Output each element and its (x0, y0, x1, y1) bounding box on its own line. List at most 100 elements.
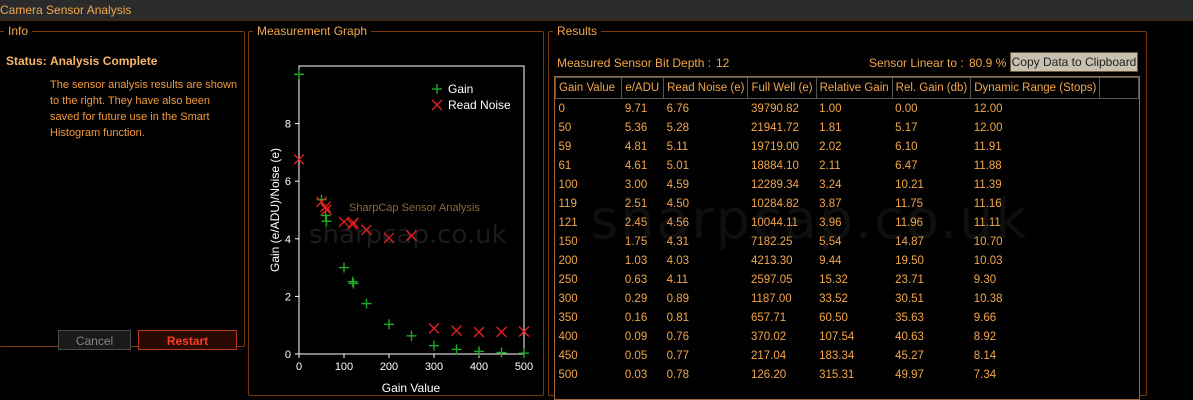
table-cell: 14.87 (895, 235, 924, 248)
table-cell: 4.61 (624, 159, 648, 172)
table-cell: 60.50 (819, 311, 848, 324)
table-row[interactable]: 61 4.61 5.01 18884.10 2.11 6.47 11.88 (556, 156, 1139, 175)
x-tick-label: 400 (470, 361, 488, 373)
table-row[interactable]: 0 9.71 6.76 39790.82 1.00 0.00 12.00 (556, 99, 1139, 119)
table-row[interactable]: 500 0.03 0.78 126.20 315.31 49.97 7.34 (556, 365, 1139, 384)
column-header[interactable]: Dynamic Range (Stops) (970, 77, 1101, 99)
x-axis-label: Gain Value (382, 381, 441, 395)
table-cell: 2597.05 (750, 273, 793, 286)
table-cell: 23.71 (895, 273, 924, 286)
column-header[interactable]: Relative Gain (815, 77, 893, 99)
table-cell: 21941.72 (750, 121, 799, 134)
graph-watermark-title: SharpCap Sensor Analysis (349, 202, 480, 214)
table-row[interactable]: 150 1.75 4.31 7182.25 5.54 14.87 10.70 (556, 232, 1139, 251)
table-cell: 7.34 (973, 368, 997, 381)
table-cell: 10.38 (973, 292, 1003, 305)
sensor-linear-label: Sensor Linear to : (869, 56, 964, 70)
table-row[interactable]: 119 2.51 4.50 10284.82 3.87 11.75 11.16 (556, 194, 1139, 213)
table-cell: 59 (558, 140, 572, 153)
table-row[interactable]: 250 0.63 4.11 2597.05 15.32 23.71 9.30 (556, 270, 1139, 289)
table-cell: 100 (558, 178, 578, 191)
restart-button[interactable]: Restart (138, 330, 237, 350)
table-row[interactable]: 50 5.36 5.28 21941.72 1.81 5.17 12.00 (556, 118, 1139, 137)
table-cell: 12289.34 (750, 178, 799, 191)
table-cell: 5.01 (666, 159, 690, 172)
table-cell: 0.00 (895, 102, 918, 115)
column-header[interactable]: e/ADU (621, 77, 665, 99)
results-table: Gain Value e/ADU Read Noise (e) Full Well (… (555, 77, 1139, 384)
table-cell: 6.47 (895, 159, 918, 172)
measurement-chart: SharpCap Sensor Analysis sharpcap.co.uk … (268, 65, 533, 395)
table-cell: 5.36 (624, 121, 648, 134)
graph-legend: Measurement Graph (257, 24, 368, 38)
table-header-row: Gain Value e/ADU Read Noise (e) Full Well (… (555, 77, 1139, 99)
table-cell: 11.91 (973, 140, 1002, 153)
table-cell: 8.92 (973, 330, 997, 343)
table-cell: 6.10 (895, 140, 918, 153)
cancel-button[interactable]: Cancel (58, 330, 131, 350)
table-cell: 0.76 (666, 330, 690, 343)
title-bar: Camera Sensor Analysis (0, 0, 1193, 21)
table-cell: 5.17 (895, 121, 918, 134)
table-cell: 3.00 (624, 178, 648, 191)
table-cell: 1.00 (819, 102, 842, 115)
table-cell: 450 (558, 349, 578, 362)
table-cell: 6.76 (666, 102, 690, 115)
table-row[interactable]: 300 0.29 0.89 1187.00 33.52 30.51 10.38 (556, 289, 1139, 308)
table-cell: 10.03 (973, 254, 1003, 267)
table-cell: 0.81 (666, 311, 690, 324)
table-cell: 10.70 (973, 235, 1003, 248)
table-cell: 0.29 (624, 292, 648, 305)
table-cell: 370.02 (750, 330, 787, 343)
legend-read-noise-label: Read Noise (448, 98, 511, 112)
table-cell: 0 (558, 102, 565, 115)
table-cell: 0.89 (666, 292, 690, 305)
column-header[interactable]: Gain Value (555, 77, 623, 99)
status-label: Status: (6, 54, 47, 68)
table-cell: 315.31 (819, 368, 855, 381)
table-row[interactable]: 121 2.45 4.56 10044.11 3.96 11.96 11.11 (556, 213, 1139, 232)
table-cell: 18884.10 (750, 159, 799, 172)
table-row[interactable]: 450 0.05 0.77 217.04 183.34 45.27 8.14 (556, 346, 1139, 365)
table-cell: 0.77 (666, 349, 690, 362)
table-cell: 150 (558, 235, 578, 248)
x-tick-label: 300 (425, 361, 443, 373)
table-row[interactable]: 59 4.81 5.11 19719.00 2.02 6.10 11.91 (556, 137, 1139, 156)
table-cell: 12.00 (973, 121, 1003, 134)
table-row[interactable]: 400 0.09 0.76 370.02 107.54 40.63 8.92 (556, 327, 1139, 346)
table-cell: 40.63 (895, 330, 924, 343)
table-row[interactable]: 100 3.00 4.59 12289.34 3.24 10.21 11.39 (556, 175, 1139, 194)
graph-watermark-site: sharpcap.co.uk (309, 220, 507, 250)
table-cell: 61 (558, 159, 572, 172)
table-cell: 200 (558, 254, 578, 267)
y-tick-label: 6 (285, 176, 291, 188)
table-cell: 7182.25 (750, 235, 793, 248)
table-row[interactable]: 350 0.16 0.81 657.71 60.50 35.63 9.66 (556, 308, 1139, 327)
y-tick-label: 0 (285, 349, 291, 361)
x-tick-label: 0 (296, 361, 302, 373)
table-cell: 183.34 (819, 349, 855, 362)
table-cell: 300 (558, 292, 578, 305)
y-axis-label: Gain (e/ADU)/Noise (e) (268, 148, 282, 272)
column-header[interactable]: Read Noise (e) (663, 77, 749, 99)
bit-depth-value: 12 (716, 56, 730, 70)
copy-to-clipboard-button[interactable]: Copy Data to Clipboard (1010, 52, 1138, 72)
table-cell: 1.75 (624, 235, 648, 248)
table-cell: 4.56 (666, 216, 690, 229)
info-panel: Info Status: Analysis Complete The senso… (0, 24, 245, 350)
results-panel: Results Measured Sensor Bit Depth : 12 S… (548, 24, 1147, 400)
table-cell: 49.97 (895, 368, 924, 381)
table-row[interactable]: 200 1.03 4.03 4213.30 9.44 19.50 10.03 (556, 251, 1139, 270)
table-cell: 119 (558, 197, 577, 210)
table-cell: 0.09 (624, 330, 648, 343)
table-cell: 39790.82 (750, 102, 799, 115)
table-cell: 2.51 (624, 197, 648, 210)
table-body: 0 9.71 6.76 39790.82 1.00 0.00 12.00 50 5.36 5.28… (556, 99, 1139, 385)
table-cell: 11.39 (973, 178, 1002, 191)
column-header-spacer (1099, 77, 1139, 99)
column-header[interactable]: Full Well (e) (747, 77, 817, 99)
bit-depth-label: Measured Sensor Bit Depth : (557, 56, 712, 70)
column-header[interactable]: Rel. Gain (db) (891, 77, 972, 99)
table-cell: 9.71 (624, 102, 648, 115)
table-cell: 4.59 (666, 178, 690, 191)
